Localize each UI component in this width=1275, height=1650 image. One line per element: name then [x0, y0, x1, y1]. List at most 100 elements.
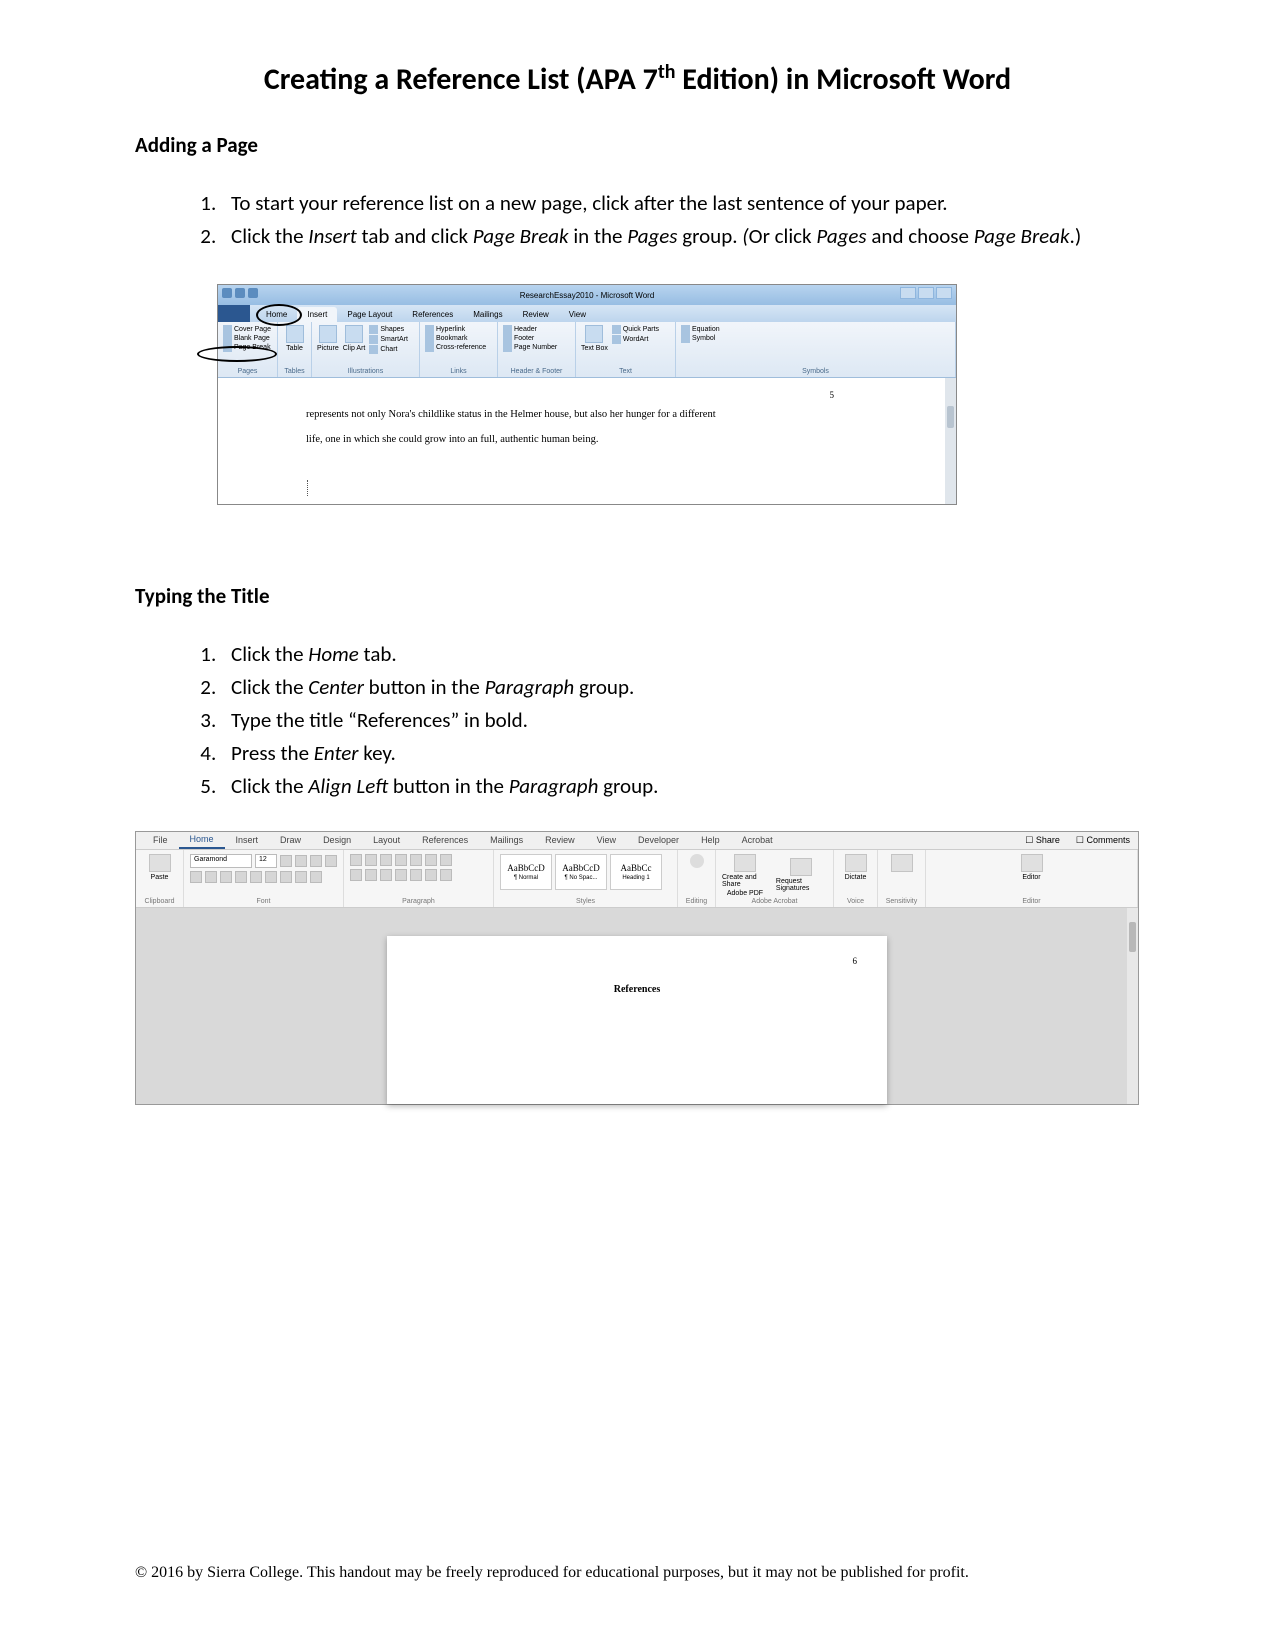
shading-icon[interactable]	[425, 869, 437, 881]
borders-icon[interactable]	[440, 869, 452, 881]
tab-file[interactable]: File	[142, 832, 179, 848]
tab-references[interactable]: References	[402, 307, 463, 322]
tab-review[interactable]: Review	[513, 307, 559, 322]
align-right-icon[interactable]	[380, 869, 392, 881]
paste-icon	[149, 854, 171, 872]
tab-page-layout[interactable]: Page Layout	[337, 307, 402, 322]
bookmark-button[interactable]: Bookmark	[425, 334, 492, 343]
footer-button[interactable]: Footer	[503, 334, 570, 343]
tab-acrobat[interactable]: Acrobat	[731, 832, 784, 848]
strike-icon[interactable]	[235, 871, 247, 883]
scrollbar-thumb[interactable]	[947, 406, 954, 428]
shrink-font-icon[interactable]	[295, 855, 307, 867]
grow-font-icon[interactable]	[280, 855, 292, 867]
group-label-text: Text	[581, 368, 670, 377]
vertical-scrollbar[interactable]	[945, 378, 956, 504]
pagenum-button[interactable]: Page Number	[503, 343, 570, 352]
multilevel-icon[interactable]	[380, 854, 392, 866]
find-button[interactable]	[684, 854, 709, 868]
shapes-button[interactable]: Shapes	[369, 325, 408, 334]
bold-icon[interactable]	[190, 871, 202, 883]
word-titlebar: ResearchEssay2010 - Microsoft Word	[218, 285, 956, 305]
tab-review[interactable]: Review	[534, 832, 586, 848]
increase-indent-icon[interactable]	[410, 854, 422, 866]
symbol-button[interactable]: Symbol	[681, 334, 950, 343]
maximize-button[interactable]	[918, 287, 934, 299]
file-tab[interactable]	[218, 305, 250, 322]
tab-mailings[interactable]: Mailings	[463, 307, 512, 322]
header-button[interactable]: Header	[503, 325, 570, 334]
create-share-pdf-button[interactable]: Create and ShareAdobe PDF	[722, 854, 768, 897]
editor-button[interactable]: Editor	[932, 854, 1131, 881]
highlight-icon[interactable]	[295, 871, 307, 883]
decrease-indent-icon[interactable]	[395, 854, 407, 866]
tab-developer[interactable]: Developer	[627, 832, 690, 848]
document-area[interactable]: 6 References	[136, 908, 1138, 1104]
bullets-icon[interactable]	[350, 854, 362, 866]
scrollbar-thumb[interactable]	[1129, 922, 1136, 952]
superscript-icon[interactable]	[265, 871, 277, 883]
list-item: Click the Center button in the Paragraph…	[221, 672, 1140, 703]
tab-references[interactable]: References	[411, 832, 479, 848]
font-color-icon[interactable]	[310, 871, 322, 883]
cover-page-button[interactable]: Cover Page	[223, 325, 272, 334]
style-normal[interactable]: AaBbCcD¶ Normal	[500, 854, 552, 890]
sort-icon[interactable]	[425, 854, 437, 866]
show-marks-icon[interactable]	[440, 854, 452, 866]
text-effects-icon[interactable]	[280, 871, 292, 883]
subscript-icon[interactable]	[250, 871, 262, 883]
undo-icon[interactable]	[248, 288, 258, 298]
tab-draw[interactable]: Draw	[269, 832, 312, 848]
numbering-icon[interactable]	[365, 854, 377, 866]
tab-layout[interactable]: Layout	[362, 832, 411, 848]
wordart-button[interactable]: WordArt	[612, 335, 659, 344]
save-icon[interactable]	[235, 288, 245, 298]
hyperlink-button[interactable]: Hyperlink	[425, 325, 492, 334]
italic-icon[interactable]	[205, 871, 217, 883]
comments-button[interactable]: ☐ Comments	[1076, 835, 1130, 846]
request-signatures-button[interactable]: Request Signatures	[776, 858, 827, 892]
clipart-button[interactable]: Clip Art	[343, 325, 366, 354]
justify-icon[interactable]	[395, 869, 407, 881]
chart-icon	[369, 345, 378, 354]
close-button[interactable]	[936, 287, 952, 299]
align-left-icon[interactable]	[350, 869, 362, 881]
clear-format-icon[interactable]	[325, 855, 337, 867]
textbox-button[interactable]: Text Box	[581, 325, 608, 352]
tab-insert[interactable]: Insert	[297, 307, 337, 322]
document-page[interactable]: 6 References	[387, 936, 887, 1104]
tab-view[interactable]: View	[559, 307, 596, 322]
share-button[interactable]: ☐ Share	[1025, 835, 1060, 846]
vertical-scrollbar[interactable]	[1127, 908, 1138, 1104]
align-center-icon[interactable]	[365, 869, 377, 881]
font-size-input[interactable]: 12	[255, 854, 277, 868]
table-button[interactable]: Table	[283, 325, 306, 352]
change-case-icon[interactable]	[310, 855, 322, 867]
crossref-button[interactable]: Cross-reference	[425, 343, 492, 352]
tab-design[interactable]: Design	[312, 832, 362, 848]
paste-button[interactable]: Paste	[142, 854, 177, 881]
steps-list-1: To start your reference list on a new pa…	[135, 188, 1140, 252]
quickparts-button[interactable]: Quick Parts	[612, 325, 659, 334]
style-nospacing[interactable]: AaBbCcD¶ No Spac...	[555, 854, 607, 890]
font-name-input[interactable]: Garamond	[190, 854, 252, 868]
line-spacing-icon[interactable]	[410, 869, 422, 881]
style-heading1[interactable]: AaBbCcHeading 1	[610, 854, 662, 890]
tab-view[interactable]: View	[586, 832, 627, 848]
tab-insert[interactable]: Insert	[225, 832, 270, 848]
sensitivity-button[interactable]	[884, 854, 919, 872]
picture-button[interactable]: Picture	[317, 325, 339, 354]
smartart-button[interactable]: SmartArt	[369, 335, 408, 344]
tab-home[interactable]: Home	[179, 831, 225, 849]
chart-button[interactable]: Chart	[369, 345, 408, 354]
tab-help[interactable]: Help	[690, 832, 731, 848]
quick-access-toolbar[interactable]	[222, 288, 258, 298]
dictate-button[interactable]: Dictate	[840, 854, 871, 881]
underline-icon[interactable]	[220, 871, 232, 883]
minimize-button[interactable]	[900, 287, 916, 299]
blank-page-button[interactable]: Blank Page	[223, 334, 272, 343]
equation-button[interactable]: Equation	[681, 325, 950, 334]
document-text-line: life, one in which she could grow into a…	[306, 427, 894, 452]
tab-mailings[interactable]: Mailings	[479, 832, 534, 848]
document-area[interactable]: 5 represents not only Nora's childlike s…	[218, 378, 956, 504]
